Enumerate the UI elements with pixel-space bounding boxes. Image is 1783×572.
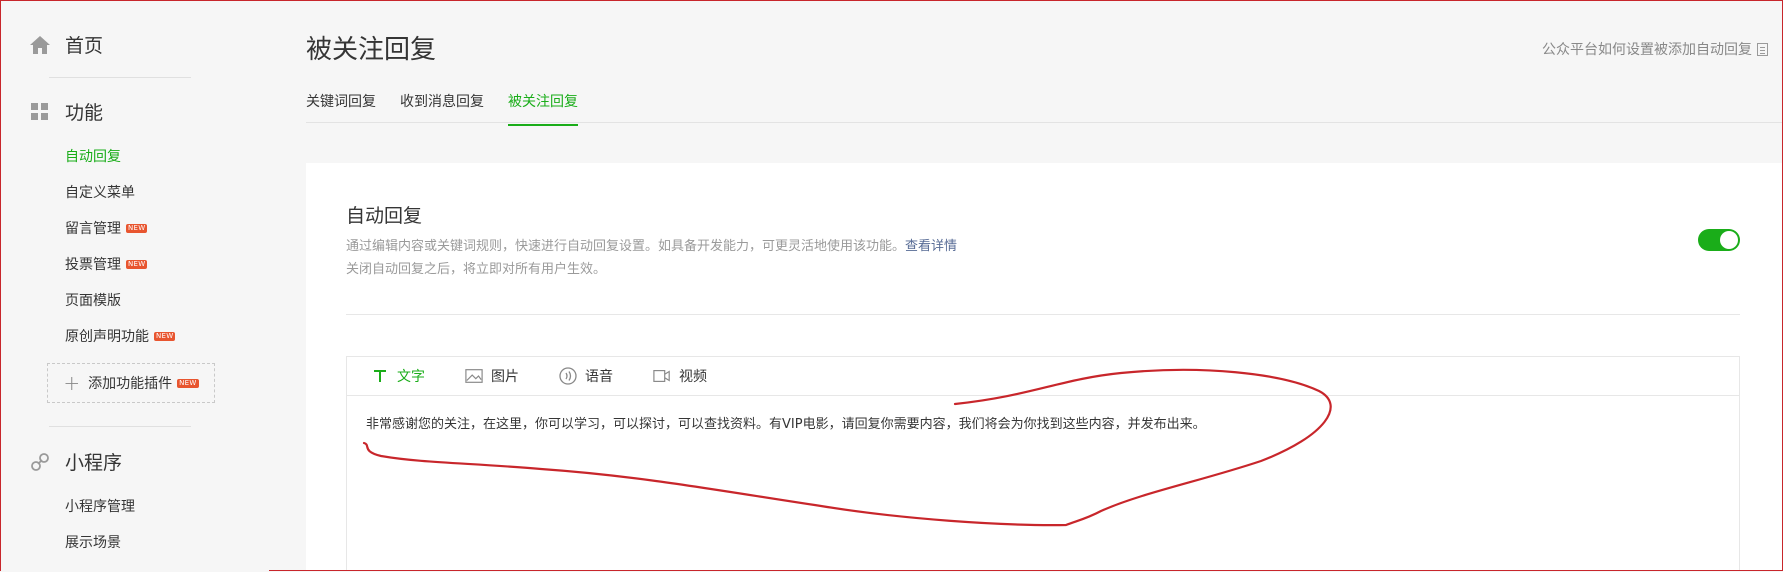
panel-title: 自动回复 bbox=[346, 205, 423, 227]
new-badge: NEW bbox=[126, 259, 148, 269]
tool-text[interactable]: 文字 bbox=[371, 366, 425, 386]
sidebar-item-label: 自动回复 bbox=[65, 149, 121, 165]
sidebar: 首页 功能 自动回复 自定义菜单 留言管理 NEW 投票管理 NEW 页面模版 … bbox=[1, 1, 269, 572]
tool-label: 图片 bbox=[491, 369, 519, 385]
page-title: 被关注回复 bbox=[306, 35, 437, 65]
image-icon bbox=[465, 367, 483, 385]
auto-reply-panel: 自动回复 通过编辑内容或关键词规则，快速进行自动回复设置。如具备开发能力，可更灵… bbox=[306, 163, 1782, 570]
new-badge: NEW bbox=[154, 331, 176, 341]
sidebar-item-comments[interactable]: 留言管理 NEW bbox=[65, 218, 148, 238]
new-badge: NEW bbox=[177, 378, 199, 388]
voice-icon bbox=[559, 367, 577, 385]
add-plugin-label: 添加功能插件 bbox=[88, 376, 173, 392]
tool-video[interactable]: 视频 bbox=[653, 366, 707, 386]
help-link[interactable]: 公众平台如何设置被添加自动回复 bbox=[1542, 39, 1768, 59]
new-badge: NEW bbox=[126, 223, 148, 233]
sidebar-item-label: 自定义菜单 bbox=[65, 185, 135, 201]
reply-editor: 文字 图片 语音 视频 非常感谢您的关注，在这里，你可以学习，可以探讨，可以查找… bbox=[346, 356, 1740, 570]
text-icon bbox=[371, 367, 389, 385]
video-icon bbox=[653, 367, 671, 385]
tabs-divider bbox=[306, 122, 1782, 123]
reply-content-editor[interactable]: 非常感谢您的关注，在这里，你可以学习，可以探讨，可以查找资料。有VIP电影，请回… bbox=[366, 413, 1206, 432]
tool-image[interactable]: 图片 bbox=[465, 366, 519, 386]
add-plugin-button[interactable]: + 添加功能插件 NEW bbox=[47, 363, 215, 403]
help-link-label: 公众平台如何设置被添加自动回复 bbox=[1542, 42, 1752, 58]
link-icon bbox=[29, 451, 51, 473]
nav-home-label: 首页 bbox=[65, 35, 104, 57]
editor-toolbar: 文字 图片 语音 视频 bbox=[347, 357, 1739, 396]
panel-description: 通过编辑内容或关键词规则，快速进行自动回复设置。如具备开发能力，可更灵活地使用该… bbox=[346, 235, 957, 281]
sidebar-divider bbox=[49, 77, 191, 78]
nav-features[interactable]: 功能 bbox=[29, 98, 103, 125]
tab-follow-reply[interactable]: 被关注回复 bbox=[508, 91, 578, 126]
tool-voice[interactable]: 语音 bbox=[559, 366, 613, 386]
panel-divider bbox=[346, 314, 1740, 315]
grid-icon bbox=[29, 101, 51, 123]
sidebar-item-miniprogram-manage[interactable]: 小程序管理 bbox=[65, 496, 135, 516]
plus-icon: + bbox=[63, 371, 81, 395]
sidebar-item-label: 展示场景 bbox=[65, 535, 121, 551]
nav-miniprogram[interactable]: 小程序 bbox=[29, 448, 122, 475]
home-icon bbox=[29, 34, 51, 56]
sidebar-item-label: 页面模版 bbox=[65, 293, 121, 309]
tab-message-reply[interactable]: 收到消息回复 bbox=[400, 91, 484, 126]
document-icon bbox=[1757, 42, 1768, 56]
nav-home[interactable]: 首页 bbox=[29, 31, 103, 58]
sidebar-item-custom-menu[interactable]: 自定义菜单 bbox=[65, 182, 135, 202]
tool-label: 文字 bbox=[397, 369, 425, 385]
sidebar-item-label: 小程序管理 bbox=[65, 499, 135, 515]
sidebar-divider bbox=[49, 426, 191, 427]
panel-desc-line2: 关闭自动回复之后，将立即对所有用户生效。 bbox=[346, 262, 607, 277]
view-details-link[interactable]: 查看详情 bbox=[905, 239, 957, 254]
sidebar-item-label: 投票管理 bbox=[65, 257, 121, 273]
sidebar-item-auto-reply[interactable]: 自动回复 bbox=[65, 146, 121, 166]
nav-features-label: 功能 bbox=[65, 102, 104, 124]
nav-miniprogram-label: 小程序 bbox=[65, 452, 123, 474]
sidebar-item-display-scenes[interactable]: 展示场景 bbox=[65, 532, 121, 552]
sidebar-item-votes[interactable]: 投票管理 NEW bbox=[65, 254, 148, 274]
tab-keyword-reply[interactable]: 关键词回复 bbox=[306, 91, 376, 126]
sidebar-item-original-declaration[interactable]: 原创声明功能 NEW bbox=[65, 326, 176, 346]
tool-label: 视频 bbox=[679, 369, 707, 385]
auto-reply-toggle[interactable] bbox=[1698, 229, 1740, 251]
sidebar-item-page-templates[interactable]: 页面模版 bbox=[65, 290, 121, 310]
tool-label: 语音 bbox=[585, 369, 613, 385]
sidebar-item-label: 原创声明功能 bbox=[65, 329, 149, 345]
panel-desc-line1: 通过编辑内容或关键词规则，快速进行自动回复设置。如具备开发能力，可更灵活地使用该… bbox=[346, 239, 906, 254]
reply-tabs: 关键词回复 收到消息回复 被关注回复 bbox=[306, 91, 602, 126]
sidebar-item-label: 留言管理 bbox=[65, 221, 121, 237]
